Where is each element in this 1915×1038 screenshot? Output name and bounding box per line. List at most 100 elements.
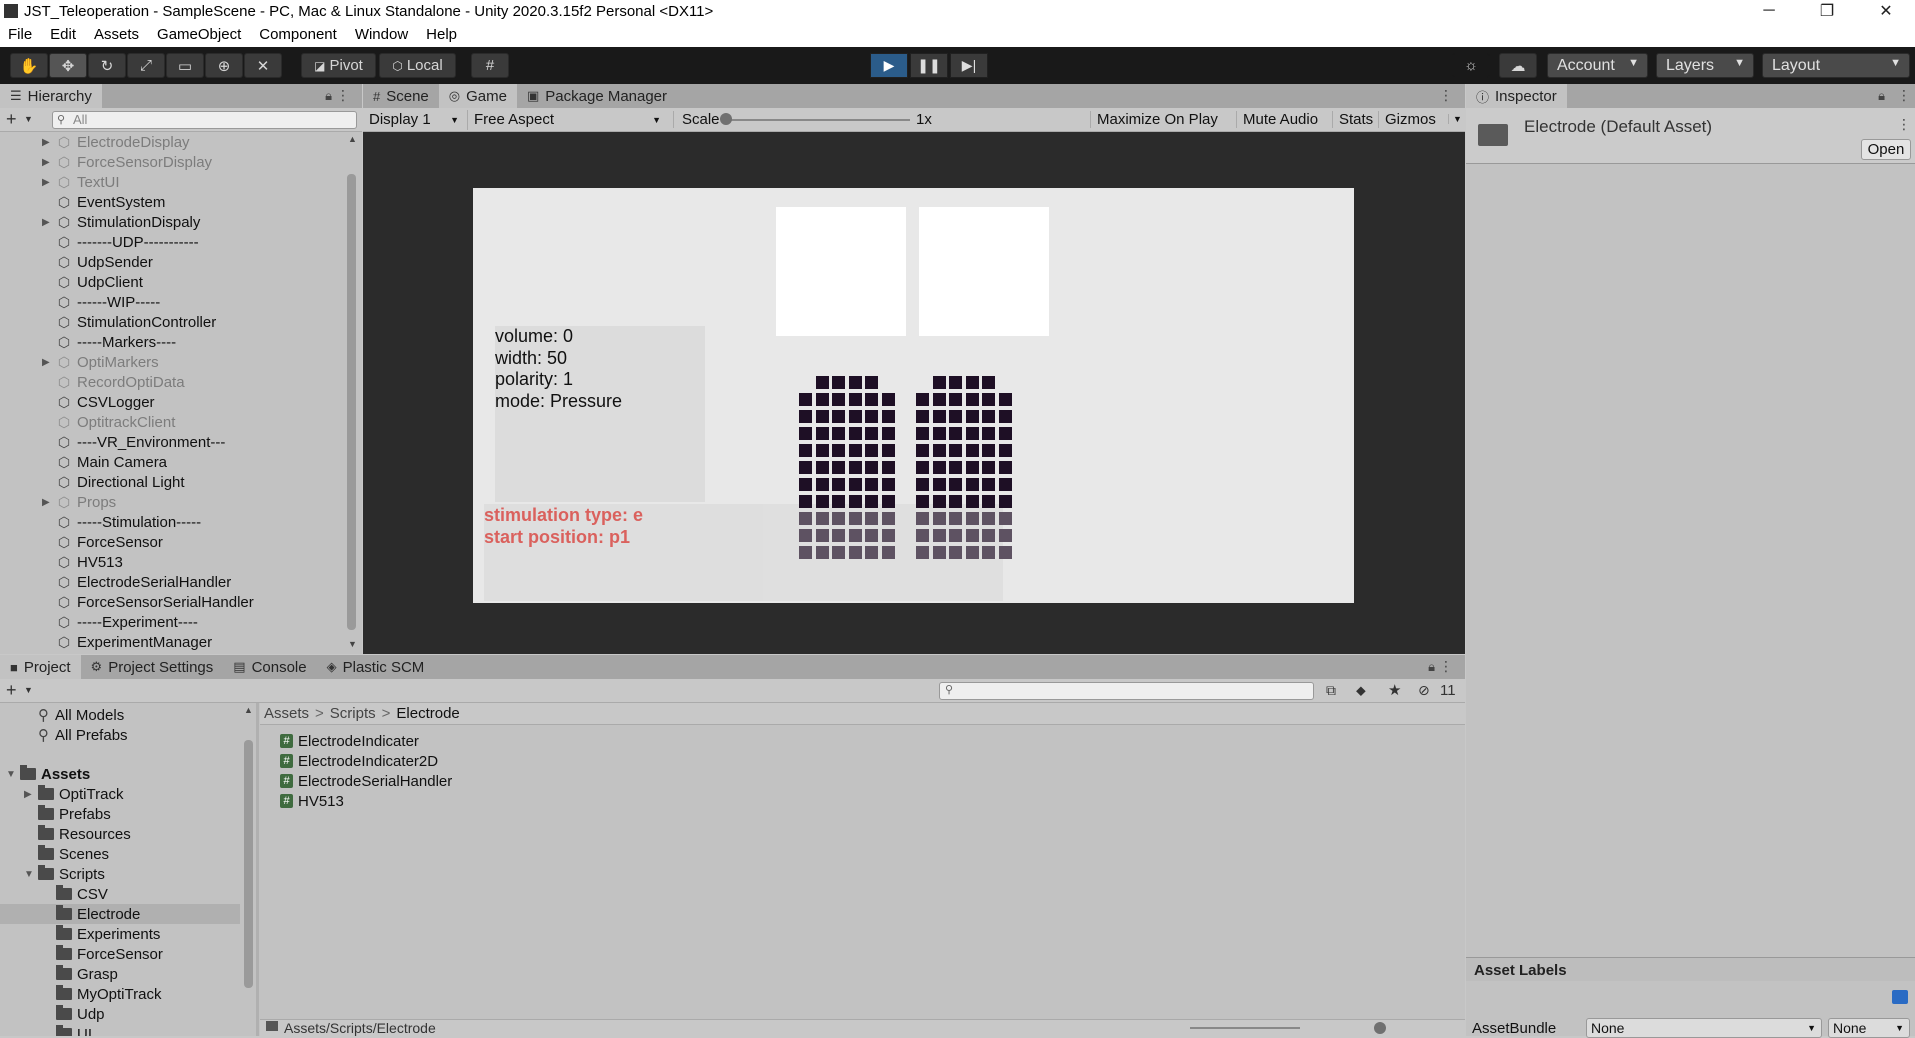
- open-button[interactable]: Open: [1861, 139, 1911, 160]
- menu-gameobject[interactable]: GameObject: [148, 26, 250, 43]
- hierarchy-item[interactable]: ⬡ ----VR_Environment---: [56, 432, 225, 452]
- pivot-toggle[interactable]: ◪ Pivot: [301, 53, 376, 78]
- chevron-down-icon[interactable]: ▼: [24, 685, 33, 695]
- hierarchy-item[interactable]: ⬡ ElectrodeSerialHandler: [56, 572, 231, 592]
- scroll-up-icon[interactable]: ▲: [348, 134, 357, 144]
- chevron-down-icon[interactable]: ▼: [1448, 114, 1462, 124]
- project-folder-item[interactable]: Resources: [0, 824, 240, 844]
- expand-arrow-icon[interactable]: ▼: [6, 769, 20, 780]
- scale-tool-icon[interactable]: ⤢: [127, 53, 165, 78]
- star-icon[interactable]: ★: [1388, 681, 1401, 699]
- project-folder-item[interactable]: Experiments: [0, 924, 240, 944]
- project-folder-item[interactable]: MyOptiTrack: [0, 984, 240, 1004]
- lock-icon[interactable]: 🔒︎: [1878, 88, 1885, 104]
- hierarchy-item[interactable]: ⬡ CSVLogger: [56, 392, 155, 412]
- scroll-up-icon[interactable]: ▲: [244, 705, 253, 715]
- project-folder-item[interactable]: UI: [0, 1024, 240, 1036]
- menu-assets[interactable]: Assets: [85, 26, 148, 43]
- expand-arrow-icon[interactable]: ▶: [42, 217, 56, 228]
- layout-dropdown[interactable]: Layout ▼: [1762, 53, 1910, 78]
- add-icon[interactable]: +: [6, 109, 17, 130]
- hierarchy-item[interactable]: ⬡ RecordOptiData: [56, 372, 185, 392]
- display-dropdown[interactable]: Display 1 ▼: [367, 110, 463, 130]
- maximize-on-play-toggle[interactable]: Maximize On Play: [1090, 111, 1218, 128]
- more-menu-icon[interactable]: ⋮: [1897, 116, 1911, 133]
- tab-package-manager[interactable]: ▣ Package Manager: [517, 84, 677, 108]
- expand-arrow-icon[interactable]: ▶: [24, 789, 38, 800]
- project-tree-scroll-thumb[interactable]: [244, 740, 253, 988]
- hierarchy-item[interactable]: ▶ ⬡ StimulationDispaly: [42, 212, 200, 232]
- aspect-dropdown[interactable]: Free Aspect ▼: [467, 110, 667, 130]
- icon-size-slider-handle[interactable]: [1374, 1022, 1386, 1034]
- tab-plastic-scm[interactable]: ◈ Plastic SCM: [317, 655, 435, 679]
- more-menu-icon[interactable]: ⋮: [1897, 87, 1911, 104]
- hierarchy-scroll-thumb[interactable]: [347, 174, 356, 630]
- hierarchy-item[interactable]: ⬡ Directional Light: [56, 472, 185, 492]
- chevron-down-icon[interactable]: ▼: [24, 114, 33, 124]
- tab-hierarchy[interactable]: ☰ Hierarchy: [0, 84, 102, 108]
- project-folder-item[interactable]: Prefabs: [0, 804, 240, 824]
- more-menu-icon[interactable]: ⋮: [336, 87, 350, 104]
- tab-project-settings[interactable]: ⚙ Project Settings: [81, 655, 224, 679]
- hierarchy-item[interactable]: ⬡ -----Markers----: [56, 332, 176, 352]
- step-button[interactable]: ▶|: [950, 53, 988, 78]
- expand-arrow-icon[interactable]: ▶: [42, 357, 56, 368]
- project-search-input[interactable]: ⚲: [939, 682, 1314, 700]
- gizmos-toggle[interactable]: Gizmos: [1378, 111, 1436, 128]
- menu-help[interactable]: Help: [417, 26, 466, 43]
- variant-dropdown[interactable]: None ▼: [1828, 1018, 1910, 1038]
- transform-tool-icon[interactable]: ⊕: [205, 53, 243, 78]
- hierarchy-item[interactable]: ⬡ StimulationController: [56, 312, 216, 332]
- project-tree-scrollbar[interactable]: ▲: [243, 705, 254, 1036]
- expand-arrow-icon[interactable]: ▶: [42, 497, 56, 508]
- hierarchy-item[interactable]: ⬡ HV513: [56, 552, 123, 572]
- menu-file[interactable]: File: [0, 26, 41, 43]
- hierarchy-item[interactable]: ▶ ⬡ ElectrodeDisplay: [42, 132, 190, 152]
- cloud-icon[interactable]: ☁: [1499, 53, 1537, 78]
- close-button[interactable]: ✕: [1862, 0, 1910, 22]
- lock-icon[interactable]: 🔒︎: [1428, 659, 1435, 675]
- expand-arrow-icon[interactable]: ▼: [24, 869, 38, 880]
- rect-tool-icon[interactable]: ▭: [166, 53, 204, 78]
- add-icon[interactable]: +: [6, 680, 17, 701]
- hierarchy-item[interactable]: ⬡ UdpSender: [56, 252, 153, 272]
- custom-tool-icon[interactable]: ✕: [244, 53, 282, 78]
- hierarchy-item[interactable]: ▶ ⬡ ForceSensorDisplay: [42, 152, 212, 172]
- expand-arrow-icon[interactable]: ▶: [42, 137, 56, 148]
- play-button[interactable]: ▶: [870, 53, 908, 78]
- stats-toggle[interactable]: Stats: [1332, 111, 1373, 128]
- tab-game[interactable]: ◎ Game: [438, 84, 517, 108]
- tag-icon[interactable]: [1892, 990, 1908, 1004]
- tab-console[interactable]: ▤ Console: [223, 655, 316, 679]
- maximize-button[interactable]: ❐: [1803, 0, 1851, 22]
- hierarchy-item[interactable]: ⬡ UdpClient: [56, 272, 143, 292]
- script-file-item[interactable]: # ElectrodeIndicater: [280, 731, 419, 751]
- script-file-item[interactable]: # ElectrodeSerialHandler: [280, 771, 452, 791]
- icon-size-slider[interactable]: [1190, 1027, 1300, 1029]
- favorite-item[interactable]: ⚲ All Models: [38, 705, 124, 725]
- project-folder-item[interactable]: Electrode: [0, 904, 240, 924]
- project-folder-item[interactable]: ▼ Assets: [0, 764, 240, 784]
- hierarchy-item[interactable]: ⬡ -----Experiment----: [56, 612, 198, 632]
- layers-dropdown[interactable]: Layers ▼: [1656, 53, 1754, 78]
- scroll-down-icon[interactable]: ▼: [348, 639, 357, 649]
- move-tool-icon[interactable]: ✥: [49, 53, 87, 78]
- hierarchy-item[interactable]: ▶ ⬡ OptiMarkers: [42, 352, 159, 372]
- rotate-tool-icon[interactable]: ↻: [88, 53, 126, 78]
- hierarchy-item[interactable]: ▶ ⬡ TextUI: [42, 172, 120, 192]
- minimize-button[interactable]: ─: [1745, 0, 1793, 22]
- breadcrumb-scripts[interactable]: Scripts: [330, 705, 376, 722]
- account-dropdown[interactable]: Account ▼: [1547, 53, 1648, 78]
- project-folder-item[interactable]: Udp: [0, 1004, 240, 1024]
- hierarchy-item[interactable]: ⬡ ExperimentManager: [56, 632, 212, 652]
- hierarchy-item[interactable]: ⬡ -----Stimulation-----: [56, 512, 201, 532]
- project-folder-item[interactable]: ▶ OptiTrack: [0, 784, 240, 804]
- more-menu-icon[interactable]: ⋮: [1439, 658, 1453, 675]
- scale-slider-handle[interactable]: [720, 113, 732, 125]
- hidden-packages-icon[interactable]: ⊘: [1418, 682, 1430, 699]
- grid-snap-icon[interactable]: #: [471, 53, 509, 78]
- hierarchy-search-input[interactable]: ⚲ All: [52, 111, 357, 129]
- breadcrumb-assets[interactable]: Assets: [264, 705, 309, 722]
- lock-icon[interactable]: 🔒︎: [325, 88, 332, 104]
- hierarchy-item[interactable]: ⬡ ------WIP-----: [56, 292, 160, 312]
